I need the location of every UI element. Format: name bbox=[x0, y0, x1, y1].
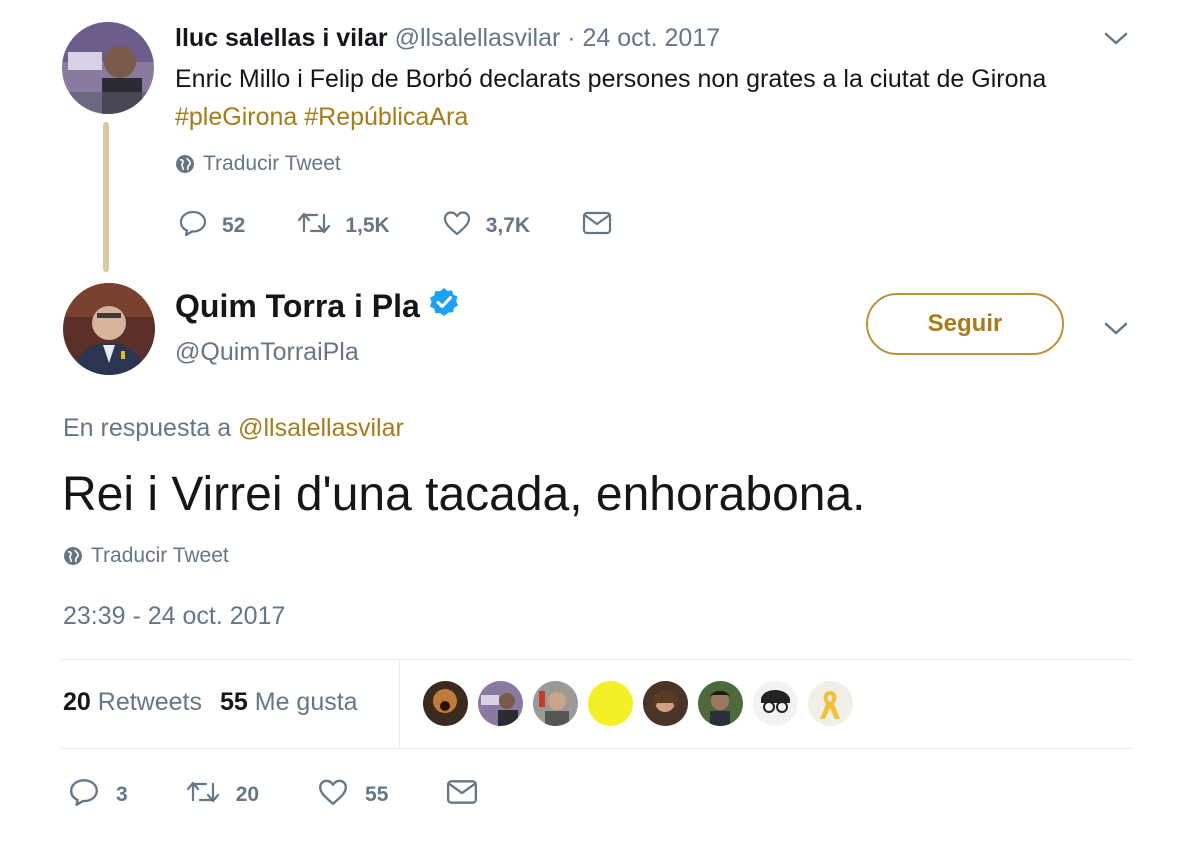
main-reply-count: 3 bbox=[116, 783, 128, 806]
tweet-timestamp[interactable]: 23:39 - 24 oct. 2017 bbox=[63, 602, 285, 631]
liker-avatar[interactable] bbox=[588, 681, 633, 726]
globe-icon bbox=[63, 546, 83, 566]
main-action-bar: 3 20 55 bbox=[68, 776, 536, 814]
main-author-name-text: Quim Torra i Pla bbox=[175, 287, 420, 324]
parent-translate-label: Traducir Tweet bbox=[203, 152, 341, 175]
main-chevron-down-icon[interactable] bbox=[1102, 318, 1130, 343]
reply-handle-link[interactable]: @llsalellasvilar bbox=[238, 414, 404, 442]
dm-icon bbox=[582, 210, 612, 242]
retweet-icon bbox=[186, 778, 220, 812]
main-avatar[interactable] bbox=[63, 283, 155, 375]
liker-avatar[interactable] bbox=[533, 681, 578, 726]
parent-translate-link[interactable]: Traducir Tweet bbox=[175, 152, 341, 176]
main-translate-label: Traducir Tweet bbox=[91, 544, 229, 567]
verified-badge-icon bbox=[428, 286, 460, 326]
parent-dm-button[interactable] bbox=[582, 210, 612, 242]
dm-icon bbox=[446, 778, 478, 812]
parent-author-handle[interactable]: @llsalellasvilar bbox=[395, 24, 561, 52]
liker-avatar[interactable] bbox=[753, 681, 798, 726]
globe-icon bbox=[175, 154, 195, 174]
parent-action-bar: 52 1,5K 3,7K bbox=[178, 208, 664, 244]
main-retweet-button[interactable]: 20 bbox=[186, 778, 259, 812]
parent-hashtags[interactable]: #pleGirona #RepúblicaAra bbox=[175, 98, 1135, 136]
retweets-stat[interactable]: 20 Retweets bbox=[63, 688, 202, 717]
reply-context: En respuesta a @llsalellasvilar bbox=[63, 414, 404, 443]
liker-avatar[interactable] bbox=[808, 681, 853, 726]
liker-avatar[interactable] bbox=[423, 681, 468, 726]
liker-avatars bbox=[423, 681, 853, 726]
liker-avatar[interactable] bbox=[478, 681, 523, 726]
main-translate-link[interactable]: Traducir Tweet bbox=[63, 544, 229, 568]
reply-prefix: En respuesta a bbox=[63, 414, 232, 442]
parent-reply-count: 52 bbox=[222, 214, 246, 237]
likes-stat-count: 55 bbox=[219, 688, 248, 716]
liker-avatar[interactable] bbox=[643, 681, 688, 726]
reply-icon bbox=[178, 208, 208, 244]
parent-author-name[interactable]: lluc salellas i vilar bbox=[175, 24, 388, 52]
likes-stat-label: Me gusta bbox=[254, 688, 358, 716]
parent-avatar[interactable] bbox=[62, 22, 154, 114]
likes-stat[interactable]: 55 Me gusta bbox=[220, 688, 358, 717]
retweets-stat-label: Retweets bbox=[97, 688, 202, 716]
follow-button[interactable]: Seguir bbox=[866, 293, 1064, 355]
parent-like-count: 3,7K bbox=[485, 214, 531, 237]
main-like-button[interactable]: 55 bbox=[317, 777, 388, 813]
parent-reply-button[interactable]: 52 bbox=[178, 208, 245, 244]
main-like-count: 55 bbox=[365, 783, 389, 806]
main-retweet-count: 20 bbox=[235, 783, 260, 806]
parent-chevron-down-icon[interactable] bbox=[1102, 28, 1130, 53]
main-author-handle[interactable]: @QuimTorraiPla bbox=[175, 338, 359, 367]
liker-avatar[interactable] bbox=[698, 681, 743, 726]
parent-tweet-body: Enric Millo i Felip de Borbó declarats p… bbox=[175, 65, 1047, 93]
main-reply-button[interactable]: 3 bbox=[68, 776, 128, 814]
divider-bottom bbox=[62, 748, 1132, 749]
engagement-stats: 20 Retweets 55 Me gusta bbox=[63, 688, 358, 717]
divider-top bbox=[62, 659, 1132, 660]
retweets-stat-count: 20 bbox=[63, 688, 91, 716]
retweet-icon bbox=[297, 209, 331, 243]
parent-tweet-text: Enric Millo i Felip de Borbó declarats p… bbox=[175, 60, 1135, 136]
thread-line bbox=[103, 122, 109, 272]
main-dm-button[interactable] bbox=[446, 778, 478, 812]
parent-header: lluc salellas i vilar @llsalellasvilar ·… bbox=[175, 24, 720, 53]
stats-separator bbox=[399, 660, 400, 748]
parent-like-button[interactable]: 3,7K bbox=[442, 209, 530, 243]
like-icon bbox=[317, 777, 349, 813]
main-tweet-text: Rei i Virrei d'una tacada, enhorabona. bbox=[62, 468, 866, 521]
parent-date[interactable]: · 24 oct. 2017 bbox=[567, 24, 720, 52]
parent-retweet-count: 1,5K bbox=[345, 214, 390, 237]
main-author-name[interactable]: Quim Torra i Pla bbox=[175, 286, 460, 326]
parent-retweet-button[interactable]: 1,5K bbox=[297, 209, 390, 243]
reply-icon bbox=[68, 776, 100, 814]
like-icon bbox=[442, 209, 472, 243]
